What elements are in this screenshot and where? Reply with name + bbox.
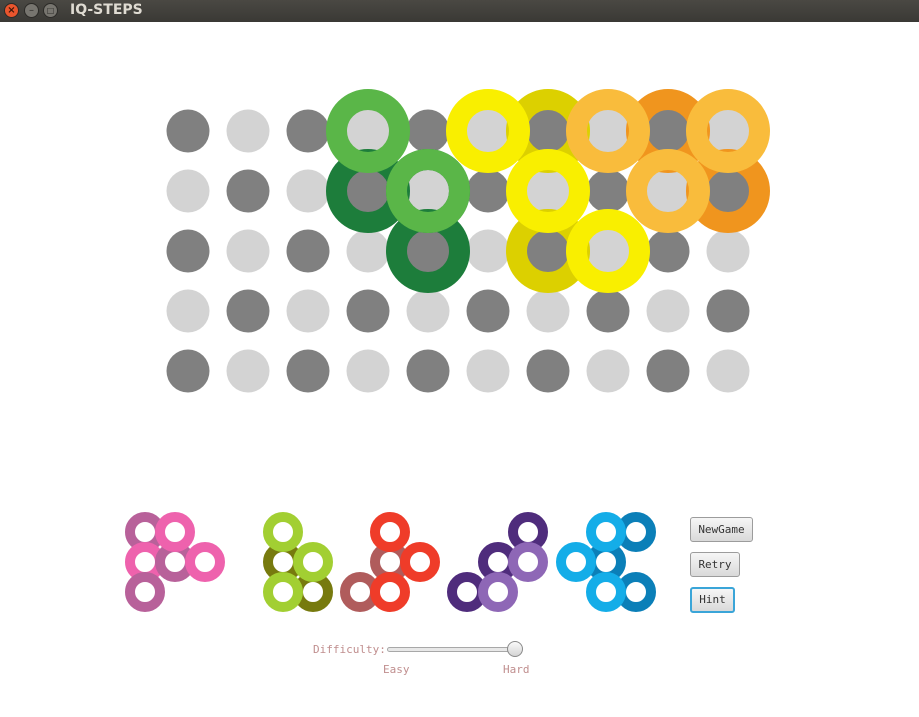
tray-piece-lime[interactable] xyxy=(263,512,333,612)
piece-ring[interactable] xyxy=(293,542,333,582)
board-peg[interactable] xyxy=(166,169,210,213)
board-peg[interactable] xyxy=(166,289,210,333)
window-title: IQ-STEPS xyxy=(70,2,143,18)
piece-ring[interactable] xyxy=(556,542,596,582)
piece-ring[interactable] xyxy=(155,512,195,552)
retry-button[interactable]: Retry xyxy=(690,552,740,577)
piece-ring[interactable] xyxy=(586,572,626,612)
difficulty-hard-label: Hard xyxy=(503,663,530,676)
board-peg[interactable] xyxy=(646,289,690,333)
piece-ring[interactable] xyxy=(478,572,518,612)
tray-piece-pink[interactable] xyxy=(125,512,225,612)
difficulty-slider-track[interactable] xyxy=(387,647,517,652)
piece-ring[interactable] xyxy=(293,572,333,612)
board-peg[interactable] xyxy=(646,349,690,393)
board-peg[interactable] xyxy=(286,289,330,333)
board-peg[interactable] xyxy=(346,349,390,393)
new-game-button[interactable]: NewGame xyxy=(690,517,753,542)
piece-ring[interactable] xyxy=(125,542,165,582)
hint-button[interactable]: Hint xyxy=(690,587,735,613)
piece-ring[interactable] xyxy=(586,542,626,582)
board-peg[interactable] xyxy=(226,109,270,153)
piece-ring[interactable] xyxy=(185,542,225,582)
game-board[interactable] xyxy=(0,22,919,462)
piece-ring[interactable] xyxy=(400,542,440,582)
board-peg[interactable] xyxy=(226,349,270,393)
close-icon[interactable]: × xyxy=(4,3,19,18)
piece-ring[interactable] xyxy=(370,512,410,552)
piece-ring[interactable] xyxy=(340,572,380,612)
piece-ring[interactable] xyxy=(616,512,656,552)
piece-ring[interactable] xyxy=(370,542,410,582)
piece-ring[interactable] xyxy=(508,542,548,582)
board-peg[interactable] xyxy=(706,289,750,333)
board-peg[interactable] xyxy=(286,169,330,213)
board-peg[interactable] xyxy=(526,349,570,393)
board-peg[interactable] xyxy=(346,289,390,333)
tray-piece-blue[interactable] xyxy=(556,512,656,612)
board-peg[interactable] xyxy=(706,229,750,273)
piece-ring[interactable] xyxy=(263,572,303,612)
tray-piece-red[interactable] xyxy=(340,512,440,612)
board-peg[interactable] xyxy=(586,289,630,333)
board-peg[interactable] xyxy=(646,229,690,273)
difficulty-slider-thumb[interactable] xyxy=(507,641,523,657)
difficulty-easy-label: Easy xyxy=(383,663,410,676)
piece-ring[interactable] xyxy=(586,512,626,552)
board-peg[interactable] xyxy=(406,349,450,393)
board-peg[interactable] xyxy=(526,289,570,333)
piece-ring[interactable] xyxy=(370,572,410,612)
piece-ring[interactable] xyxy=(478,542,518,582)
piece-ring[interactable] xyxy=(263,542,303,582)
piece-ring[interactable] xyxy=(155,542,195,582)
board-peg[interactable] xyxy=(226,169,270,213)
board-peg[interactable] xyxy=(466,229,510,273)
board-peg[interactable] xyxy=(226,289,270,333)
board-peg[interactable] xyxy=(406,109,450,153)
board-peg[interactable] xyxy=(226,229,270,273)
board-peg[interactable] xyxy=(166,349,210,393)
board-peg[interactable] xyxy=(346,229,390,273)
board-peg[interactable] xyxy=(286,109,330,153)
piece-ring[interactable] xyxy=(263,512,303,552)
board-peg[interactable] xyxy=(406,289,450,333)
board-peg[interactable] xyxy=(466,289,510,333)
board-peg[interactable] xyxy=(466,349,510,393)
piece-ring[interactable] xyxy=(616,572,656,612)
board-peg[interactable] xyxy=(706,349,750,393)
minimize-icon[interactable]: – xyxy=(24,3,39,18)
piece-ring[interactable] xyxy=(125,512,165,552)
board-peg[interactable] xyxy=(286,229,330,273)
difficulty-label: Difficulty: xyxy=(313,643,386,656)
maximize-icon[interactable]: □ xyxy=(43,3,58,18)
board-peg[interactable] xyxy=(466,169,510,213)
piece-ring[interactable] xyxy=(447,572,487,612)
piece-ring[interactable] xyxy=(125,572,165,612)
board-peg[interactable] xyxy=(286,349,330,393)
tray-piece-purple[interactable] xyxy=(447,512,548,612)
board-peg[interactable] xyxy=(586,349,630,393)
board-peg[interactable] xyxy=(166,109,210,153)
title-bar: × – □ IQ-STEPS xyxy=(0,0,919,22)
board-peg[interactable] xyxy=(166,229,210,273)
board-peg[interactable] xyxy=(586,169,630,213)
piece-ring[interactable] xyxy=(508,512,548,552)
